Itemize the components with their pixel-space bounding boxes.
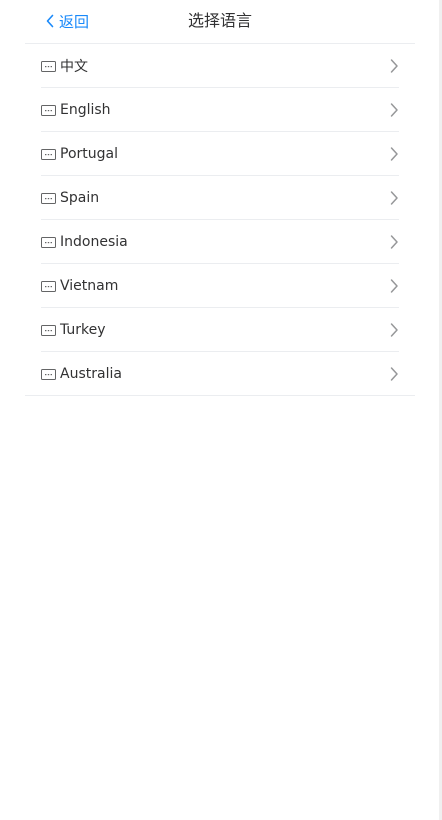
chevron-right-icon — [389, 278, 399, 294]
language-item-chinese[interactable]: 中文 — [25, 44, 415, 88]
nav-bar: 返回 选择语言 — [25, 0, 415, 44]
language-label: Vietnam — [60, 278, 119, 294]
language-label: English — [60, 102, 111, 118]
language-label: Australia — [60, 366, 122, 382]
chevron-right-icon — [389, 366, 399, 382]
language-label: 中文 — [60, 59, 88, 75]
content-container: 返回 选择语言 中文 English Portugal Spain Indone… — [25, 0, 415, 820]
back-label: 返回 — [59, 12, 90, 31]
chevron-right-icon — [389, 102, 399, 118]
language-item-australia[interactable]: Australia — [25, 352, 415, 396]
keyboard-icon — [41, 368, 56, 380]
keyboard-icon — [41, 104, 56, 116]
language-label: Indonesia — [60, 234, 128, 250]
chevron-left-icon — [45, 13, 59, 29]
keyboard-icon — [41, 280, 56, 292]
chevron-right-icon — [389, 146, 399, 162]
language-label: Spain — [60, 190, 100, 206]
back-button[interactable]: 返回 — [45, 0, 89, 42]
keyboard-icon — [41, 324, 56, 336]
keyboard-icon — [41, 148, 56, 160]
chevron-right-icon — [389, 322, 399, 338]
language-label: Turkey — [60, 322, 106, 338]
keyboard-icon — [41, 60, 56, 72]
chevron-right-icon — [389, 234, 399, 250]
chevron-right-icon — [389, 190, 399, 206]
chevron-right-icon — [389, 58, 399, 74]
language-item-english[interactable]: English — [25, 88, 415, 132]
language-item-turkey[interactable]: Turkey — [25, 308, 415, 352]
language-item-portugal[interactable]: Portugal — [25, 132, 415, 176]
keyboard-icon — [41, 192, 56, 204]
language-select-page: 返回 选择语言 中文 English Portugal Spain Indone… — [0, 0, 442, 820]
language-item-indonesia[interactable]: Indonesia — [25, 220, 415, 264]
language-list: 中文 English Portugal Spain Indonesia Viet… — [25, 44, 415, 396]
language-label: Portugal — [60, 146, 118, 162]
keyboard-icon — [41, 236, 56, 248]
language-item-spain[interactable]: Spain — [25, 176, 415, 220]
language-item-vietnam[interactable]: Vietnam — [25, 264, 415, 308]
